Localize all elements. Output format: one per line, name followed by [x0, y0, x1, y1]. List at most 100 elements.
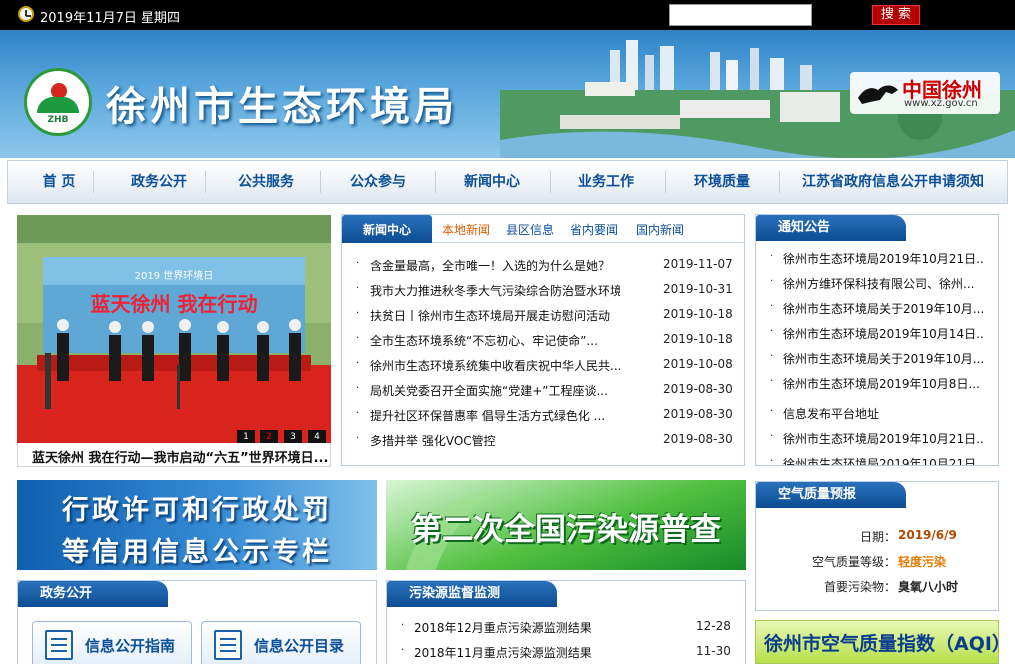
- document-edit-icon: [45, 630, 73, 660]
- nav-divider: [550, 171, 551, 193]
- list-item[interactable]: · 2018年12月重点污染源监测结果 12-28: [387, 615, 745, 640]
- list-item[interactable]: · 我市大力推进秋冬季大气污染综合防治暨水环境... 2019-10-31: [342, 278, 744, 303]
- nav-item-business[interactable]: 业务工作: [556, 161, 656, 203]
- news-list: · 含金量最高，全市唯一！入选的为什么是她？ 2019-11-07 · 我市大力推进秋…: [342, 253, 744, 453]
- bullet-icon: ·: [401, 645, 405, 656]
- list-item[interactable]: · 徐州市生态环境局2019年10月21日...: [756, 451, 998, 466]
- nav-item-news-center[interactable]: 新闻中心: [442, 161, 542, 203]
- nav-divider: [435, 171, 436, 193]
- list-item[interactable]: · 徐州市生态环境局2019年10月21日...: [756, 426, 998, 451]
- badge-url: www.xz.gov.cn: [904, 98, 978, 109]
- list-item[interactable]: · 多措并举 强化VOC管控 2019-08-30: [342, 428, 744, 453]
- air-quality-panel: 空气质量预报 日期： 2019/6/9 空气质量等级： 轻度污染 首要污染物： …: [755, 481, 999, 611]
- census-banner-text: 第二次全国污染源普查: [411, 512, 721, 548]
- bullet-icon: ·: [356, 283, 360, 294]
- logo-text: ZHB: [47, 115, 69, 125]
- bullet-icon: ·: [770, 456, 774, 466]
- event-photo: 2019 世界环境日 蓝天徐州 我在行动: [17, 215, 331, 443]
- main-nav: 首 页 政务公开 公共服务 公众参与 新闻中心 业务工作 环境质量 江苏省政府信…: [7, 160, 1008, 204]
- xz-gov-badge[interactable]: 中国徐州 www.xz.gov.cn: [850, 72, 1000, 114]
- notice-panel: 通知公告 · 徐州市生态环境局2019年10月21日... · 徐州方维环保科技有限…: [755, 214, 999, 466]
- slideshow-image[interactable]: 2019 世界环境日 蓝天徐州 我在行动: [17, 215, 331, 443]
- bullet-icon: ·: [770, 376, 774, 387]
- news-tabbar: 新闻中心 本地新闻 县区信息 省内要闻 国内新闻: [342, 215, 744, 243]
- list-item[interactable]: · 扶贫日丨徐州市生态环境局开展走访慰问活动 2019-10-18: [342, 303, 744, 328]
- info-disclosure-guide-button[interactable]: 信息公开指南: [32, 621, 192, 664]
- bullet-icon: ·: [401, 620, 405, 631]
- notice-list: · 徐州市生态环境局2019年10月21日... · 徐州方维环保科技有限公司、徐州…: [756, 246, 998, 466]
- tab-local-news[interactable]: 本地新闻: [438, 215, 494, 243]
- list-item[interactable]: · 徐州市生态环境局2019年10月8日...: [756, 371, 998, 396]
- nav-divider: [779, 171, 780, 193]
- air-quality-title[interactable]: 空气质量预报: [756, 482, 906, 508]
- svg-text:蓝天徐州 我在行动: 蓝天徐州 我在行动: [91, 292, 258, 316]
- nav-divider: [665, 171, 666, 193]
- list-item[interactable]: · 徐州方维环保科技有限公司、徐州...: [756, 271, 998, 296]
- gov-affairs-panel: 政务公开 信息公开指南 信息公开目录: [17, 580, 377, 664]
- bullet-icon: ·: [770, 251, 774, 262]
- bullet-icon: ·: [770, 276, 774, 287]
- slide-dot-3[interactable]: 3: [284, 430, 302, 444]
- aqi-banner[interactable]: 徐州市空气质量指数（AQI）: [755, 620, 999, 664]
- slide-dot-2[interactable]: 2: [260, 430, 278, 444]
- pollution-monitoring-panel: 污染源监督监测 · 2018年12月重点污染源监测结果 12-28 · 2018年11…: [386, 580, 746, 664]
- list-item[interactable]: · 提升社区环保普惠率 倡导生活方式绿色化 ... 2019-08-30: [342, 403, 744, 428]
- svg-text:2019 世界环境日: 2019 世界环境日: [135, 269, 214, 282]
- credit-banner-line2: 等信用信息公示专栏: [62, 537, 332, 568]
- bureau-logo[interactable]: ZHB: [24, 68, 92, 136]
- bullet-icon: ·: [356, 408, 360, 419]
- tab-news-center[interactable]: 新闻中心: [342, 215, 432, 243]
- site-title: 徐州市生态环境局: [106, 83, 458, 130]
- hill-icon: [37, 97, 79, 113]
- list-item[interactable]: · 徐州市生态环境局关于2019年10月...: [756, 296, 998, 321]
- notice-title[interactable]: 通知公告: [756, 215, 906, 241]
- info-disclosure-catalog-button[interactable]: 信息公开目录: [201, 621, 361, 664]
- nav-item-gov-affairs[interactable]: 政务公开: [104, 161, 214, 203]
- list-item[interactable]: · 徐州市生态环境系统集中收看庆祝中华人民共... 2019-10-08: [342, 353, 744, 378]
- bullet-icon: ·: [356, 258, 360, 269]
- slide-dot-1[interactable]: 1: [237, 430, 255, 444]
- list-item[interactable]: · 信息发布平台地址: [756, 401, 998, 426]
- search-input[interactable]: [669, 4, 812, 26]
- list-item[interactable]: · 2018年11月重点污染源监测结果 11-30: [387, 640, 745, 664]
- nav-item-home[interactable]: 首 页: [28, 161, 90, 203]
- list-item[interactable]: · 含金量最高，全市唯一！入选的为什么是她？ 2019-11-07: [342, 253, 744, 278]
- pollution-list: · 2018年12月重点污染源监测结果 12-28 · 2018年11月重点污染源监测…: [387, 615, 745, 664]
- tab-domestic-news[interactable]: 国内新闻: [632, 215, 688, 243]
- search-button[interactable]: 搜 索: [872, 5, 920, 25]
- slideshow-caption[interactable]: 蓝天徐州 我在行动—我市启动“六五”世界环境日...: [17, 443, 331, 467]
- news-center-panel: 新闻中心 本地新闻 县区信息 省内要闻 国内新闻 · 含金量最高，全市唯一！入选的…: [341, 214, 745, 466]
- gov-affairs-title[interactable]: 政务公开: [18, 581, 168, 607]
- bullet-icon: ·: [356, 433, 360, 444]
- nav-item-env-quality[interactable]: 环境质量: [672, 161, 772, 203]
- tab-province-news[interactable]: 省内要闻: [566, 215, 622, 243]
- bullet-icon: ·: [770, 301, 774, 312]
- bullet-icon: ·: [770, 431, 774, 442]
- bullet-icon: ·: [356, 358, 360, 369]
- nav-item-public-participation[interactable]: 公众参与: [328, 161, 428, 203]
- bullet-icon: ·: [356, 383, 360, 394]
- bullet-icon: ·: [356, 308, 360, 319]
- nav-item-public-service[interactable]: 公共服务: [216, 161, 316, 203]
- credit-info-banner[interactable]: 行政许可和行政处罚 等信用信息公示专栏: [17, 480, 377, 570]
- current-date: 2019年11月7日 星期四: [40, 11, 181, 26]
- list-item[interactable]: · 局机关党委召开全面实施“党建+”工程座谈... 2019-08-30: [342, 378, 744, 403]
- slide-dot-4[interactable]: 4: [308, 430, 326, 444]
- nav-item-info-disclosure[interactable]: 江苏省政府信息公开申请须知: [788, 161, 998, 203]
- tab-county-info[interactable]: 县区信息: [502, 215, 558, 243]
- list-item[interactable]: · 全市生态环境系统“不忘初心、牢记使命”... 2019-10-18: [342, 328, 744, 353]
- horse-icon: [858, 85, 898, 104]
- list-item[interactable]: · 徐州市生态环境局2019年10月14日...: [756, 321, 998, 346]
- credit-banner-line1: 行政许可和行政处罚: [62, 495, 332, 526]
- bullet-icon: ·: [770, 326, 774, 337]
- pollution-census-banner[interactable]: 第二次全国污染源普查: [386, 480, 746, 570]
- bullet-icon: ·: [356, 333, 360, 344]
- pollution-monitoring-title[interactable]: 污染源监督监测: [387, 581, 557, 607]
- aqi-banner-text: 徐州市空气质量指数（AQI）: [764, 633, 999, 655]
- nav-divider: [93, 171, 94, 193]
- list-item[interactable]: · 徐州市生态环境局2019年10月21日...: [756, 246, 998, 271]
- header-banner: ZHB 徐州市生态环境局 中国徐州 www.xz.gov.cn: [0, 30, 1015, 158]
- document-list-icon: [214, 630, 242, 660]
- list-item[interactable]: · 徐州市生态环境局关于2019年10月...: [756, 346, 998, 371]
- bullet-icon: ·: [770, 406, 774, 417]
